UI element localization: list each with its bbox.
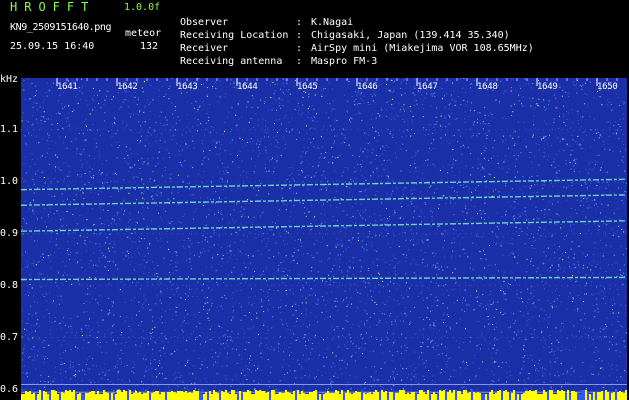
meta-value: Maspro FM-3 [311,56,378,67]
app-version: 1.0.0f [124,2,161,13]
bottom-band [21,390,627,400]
y-tick-label: 0.8 [0,279,19,291]
x-tick-label: 1645 [297,82,318,92]
meta-row-observer: Observer: K.Nagai [180,17,354,28]
x-tick-label: 1646 [357,82,378,92]
x-tick-label: 1647 [417,82,438,92]
x-tick-label: 1648 [477,82,498,92]
waterfall-plot [21,78,627,400]
meta-row-location: Receiving Location: Chigasaki, Japan (139… [180,30,510,41]
counter-value: 132 [140,41,159,52]
meta-row-receiver: Receiver: AirSpy mini (Miakejima VOR 108.… [180,43,534,54]
y-tick-label: 0.9 [0,227,19,239]
x-tick-label: 1649 [537,82,558,92]
metadata-list: Observer: K.Nagai Receiving Location: Chig… [180,3,534,67]
carrier-trace [21,220,627,232]
x-tick-label: 1650 [597,82,618,92]
counter-label: meteor [125,28,162,39]
y-axis-unit: kHz [0,74,19,85]
meta-row-antenna: Receiving antenna: Maspro FM-3 [180,56,378,67]
y-tick-label: 0.6 [0,383,19,395]
x-tick-label: 1642 [117,82,138,92]
y-tick-label: 1.1 [0,123,19,135]
carrier-trace [21,276,627,281]
meta-value: AirSpy mini (Miakejima VOR 108.65MHz) [311,43,534,54]
timestamp: 25.09.15 16:40 [10,41,95,52]
app-title: HROFFT [10,0,96,14]
header-panel: HROFFT 1.0.0f KN9_2509151640.png meteor … [0,0,629,74]
meta-value: K.Nagai [311,17,354,28]
meta-key: Receiving antenna [180,56,283,67]
x-tick-label: 1644 [237,82,258,92]
x-tick-label: 1641 [57,82,78,92]
meta-value: Chigasaki, Japan (139.414 35.340) [311,30,510,41]
carrier-trace [21,178,627,191]
y-tick-label: 0.7 [0,331,19,343]
x-tick-label: 1643 [177,82,198,92]
noise-layer [21,78,627,400]
waterfall-canvas [21,78,627,400]
file-name: KN9_2509151640.png [10,22,112,33]
y-tick-label: 1.0 [0,175,19,187]
